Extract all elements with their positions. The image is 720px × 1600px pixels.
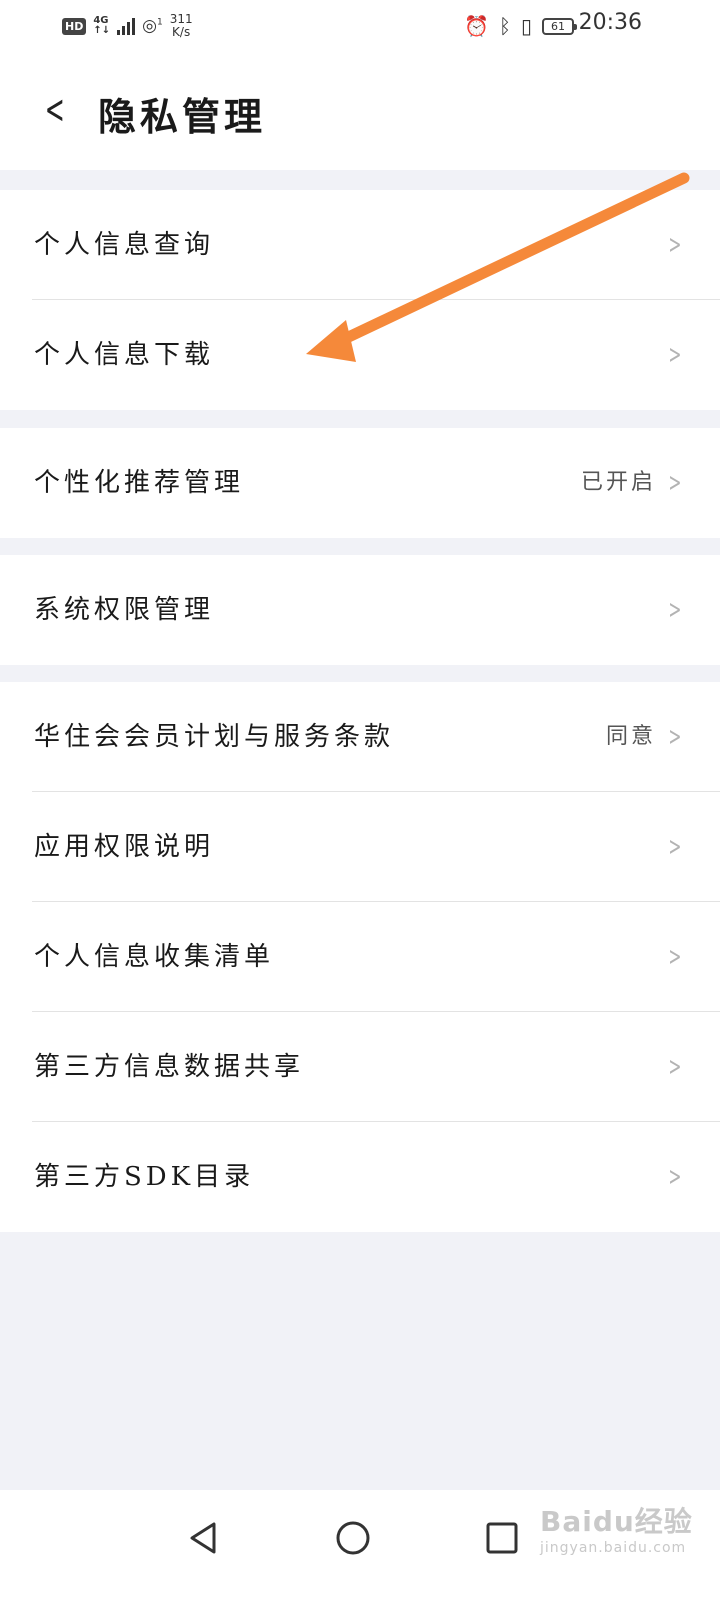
baidu-watermark: Baidu经验 jingyan.baidu.com (540, 1500, 693, 1556)
list-item-membership-terms[interactable]: 华住会会员计划与服务条款 同意 > (0, 682, 720, 792)
home-nav-icon[interactable] (325, 1510, 381, 1566)
annotation-arrow-icon (306, 172, 690, 362)
back-nav-icon[interactable] (176, 1510, 232, 1566)
chevron-right-icon: > (668, 1052, 682, 1082)
settings-group-3: 系统权限管理 > (0, 555, 720, 665)
list-item-app-permission-notes[interactable]: 应用权限说明 > (0, 792, 720, 902)
chevron-right-icon: > (668, 468, 682, 498)
list-item-third-party-sharing[interactable]: 第三方信息数据共享 > (0, 1012, 720, 1122)
item-label: 第三方信息数据共享 (34, 1052, 305, 1082)
list-item-system-permissions[interactable]: 系统权限管理 > (0, 555, 720, 665)
list-item-personalized-recommendation[interactable]: 个性化推荐管理 已开启 > (0, 428, 720, 538)
item-label: 第三方SDK目录 (34, 1162, 255, 1192)
chevron-right-icon: > (668, 722, 682, 752)
item-label: 系统权限管理 (34, 595, 215, 625)
list-item-third-party-sdk[interactable]: 第三方SDK目录 > (0, 1122, 720, 1232)
item-label: 个人信息收集清单 (34, 942, 275, 972)
chevron-right-icon: > (668, 832, 682, 862)
item-label: 华住会会员计划与服务条款 (34, 722, 395, 752)
watermark-brand: Baidu经验 (540, 1505, 693, 1538)
list-item-info-collection-list[interactable]: 个人信息收集清单 > (0, 902, 720, 1012)
chevron-right-icon: > (668, 942, 682, 972)
recents-nav-icon[interactable] (474, 1510, 530, 1566)
item-status-value: 同意 (605, 724, 656, 749)
item-status-value: 已开启 (580, 470, 656, 495)
item-label: 应用权限说明 (34, 832, 215, 862)
settings-group-2: 个性化推荐管理 已开启 > (0, 428, 720, 538)
item-label: 个性化推荐管理 (34, 468, 245, 498)
watermark-site: jingyan.baidu.com (540, 1540, 687, 1556)
chevron-right-icon: > (668, 1162, 682, 1192)
chevron-right-icon: > (668, 595, 682, 625)
settings-group-4: 华住会会员计划与服务条款 同意 > 应用权限说明 > 个人信息收集清单 > 第三… (0, 682, 720, 1232)
